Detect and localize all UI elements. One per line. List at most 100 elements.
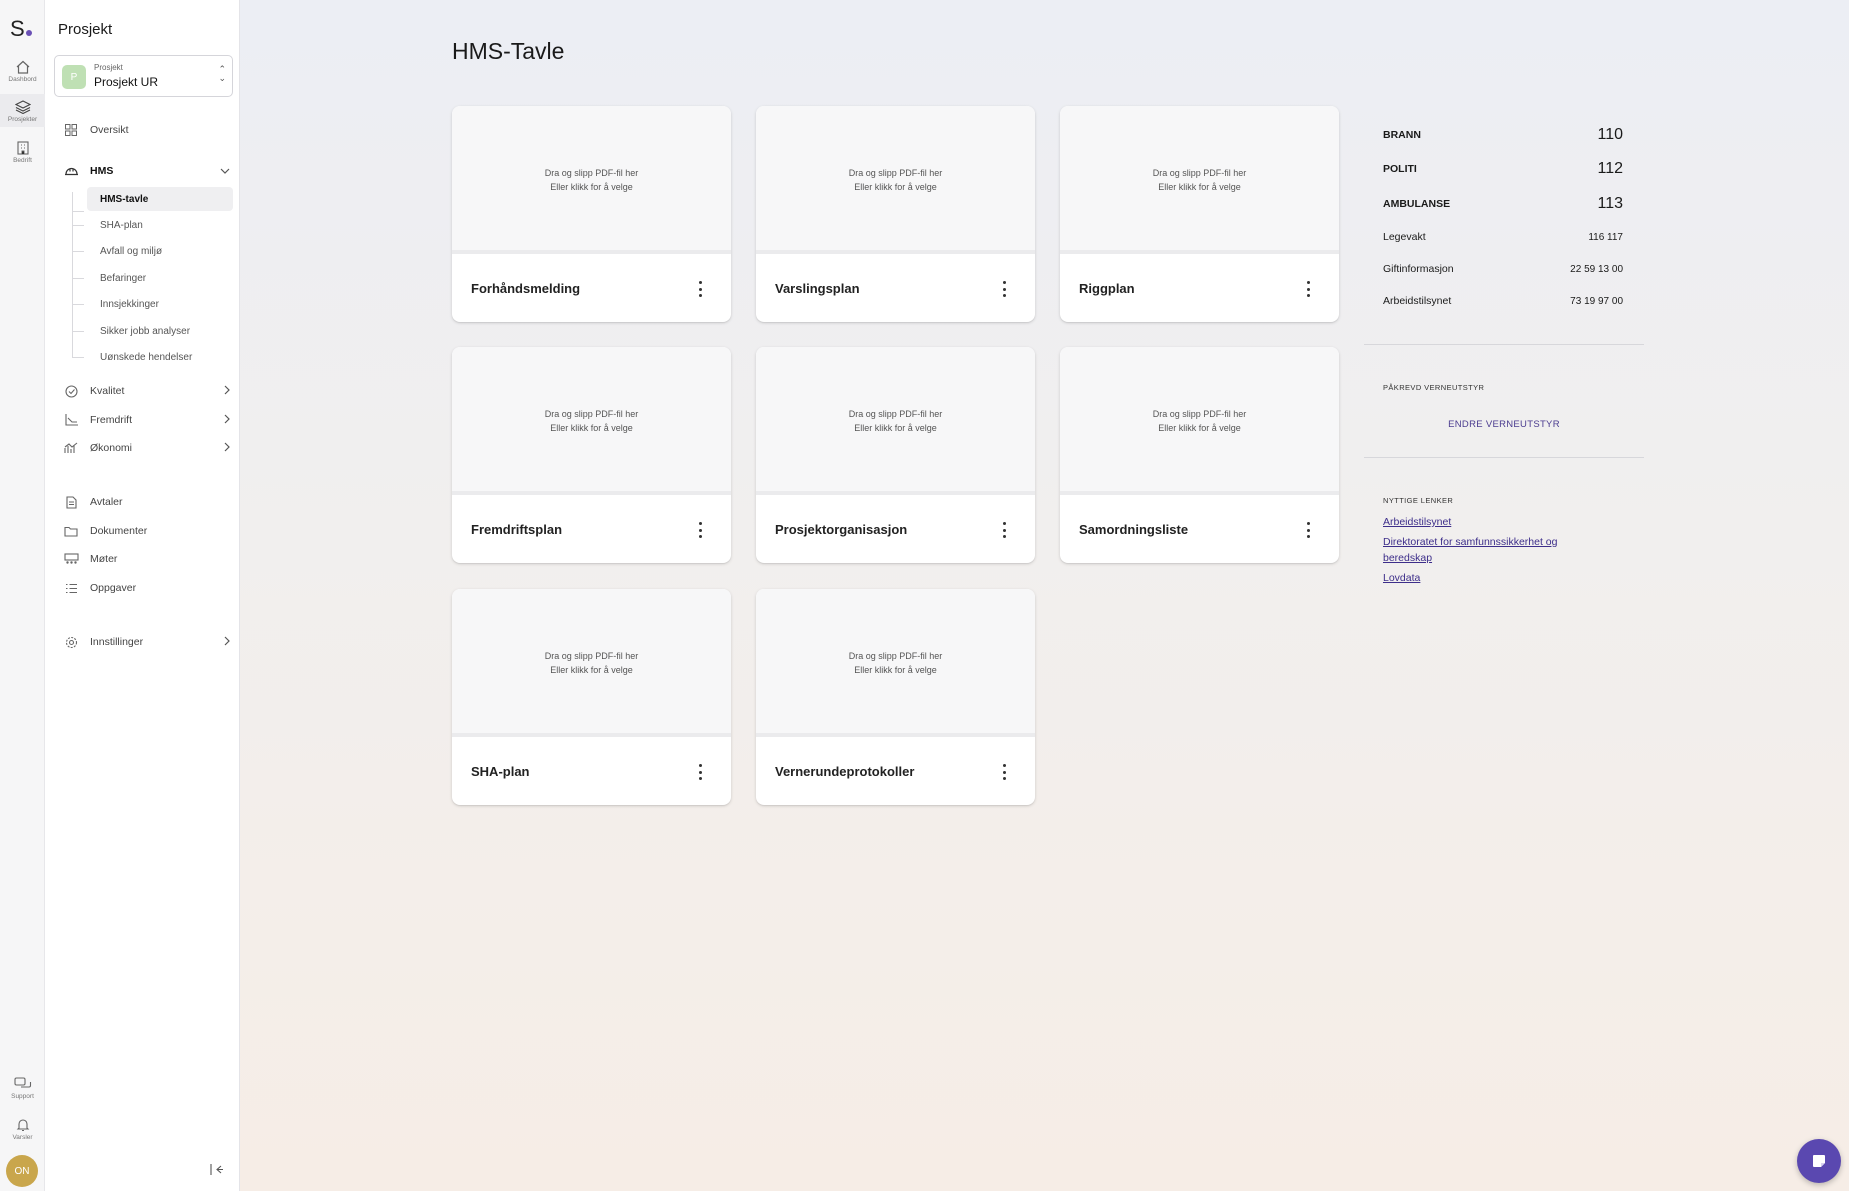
dropzone-line-2: Eller klikk for å velge — [1158, 423, 1241, 433]
sidebar-item-innstillinger[interactable]: Innstillinger — [54, 631, 234, 653]
gear-icon — [62, 636, 80, 649]
collapse-sidebar-icon[interactable] — [210, 1164, 223, 1178]
layers-icon — [14, 100, 31, 114]
sidebar-item-okonomi-label: Økonomi — [90, 442, 133, 454]
emergency-row-ambulanse: AMBULANSE 113 — [1383, 194, 1623, 214]
subtree-tick — [72, 304, 84, 305]
link-lovdata[interactable]: Lovdata — [1383, 570, 1603, 586]
check-circle-icon — [62, 384, 80, 398]
sidebar-item-kvalitet[interactable]: Kvalitet — [54, 380, 234, 402]
dropzone-line-1: Dra og slipp PDF-fil her — [1152, 168, 1247, 178]
document-card: Dra og slipp PDF-fil her Eller klikk for … — [756, 106, 1035, 322]
sidebar-item-moter[interactable]: Møter — [54, 548, 234, 570]
grid-icon — [62, 124, 80, 136]
emergency-row-giftinformasjon: Giftinformasjon 22 59 13 00 — [1383, 259, 1623, 279]
more-vertical-icon[interactable] — [1305, 281, 1311, 297]
link-dsb[interactable]: Direktoratet for samfunnssikkerhet og be… — [1383, 534, 1603, 566]
chevron-right-icon — [224, 442, 230, 455]
rail-company[interactable]: Bedrift — [0, 141, 45, 164]
project-select[interactable]: P Prosjekt Prosjekt UR ⌃ ⌄ — [54, 55, 233, 97]
pdf-dropzone[interactable]: Dra og slipp PDF-fil her Eller klikk for … — [756, 106, 1035, 254]
document-card: Dra og slipp PDF-fil her Eller klikk for … — [452, 347, 731, 563]
more-vertical-icon[interactable] — [1001, 281, 1007, 297]
sidebar-subitem-sja[interactable]: Sikker jobb analyser — [87, 319, 233, 343]
pdf-dropzone[interactable]: Dra og slipp PDF-fil her Eller klikk for … — [1060, 347, 1339, 495]
sidebar-item-hms-label: HMS — [90, 165, 114, 177]
emergency-number: 110 — [1597, 126, 1623, 143]
folder-icon — [62, 526, 80, 537]
more-vertical-icon[interactable] — [1001, 522, 1007, 538]
project-select-caption: Prosjekt — [94, 63, 123, 72]
dropzone-line-1: Dra og slipp PDF-fil her — [544, 409, 639, 419]
more-vertical-icon[interactable] — [1305, 522, 1311, 538]
bell-icon — [16, 1119, 29, 1132]
rail-projects[interactable]: Prosjekter — [0, 94, 45, 127]
document-card: Dra og slipp PDF-fil her Eller klikk for … — [756, 589, 1035, 805]
sidebar-subitem-innsjekkinger[interactable]: Innsjekkinger — [87, 292, 233, 316]
contract-icon — [62, 495, 80, 509]
pdf-dropzone[interactable]: Dra og slipp PDF-fil her Eller klikk for … — [452, 589, 731, 737]
chart-axis-icon — [62, 414, 80, 426]
sidebar-item-hms[interactable]: HMS — [54, 160, 234, 182]
rail-projects-label: Prosjekter — [7, 116, 38, 123]
emergency-row-politi: POLITI 112 — [1383, 159, 1623, 179]
sidebar-subitem-befaringer[interactable]: Befaringer — [87, 266, 233, 290]
sidebar-item-avtaler-label: Avtaler — [90, 496, 123, 508]
sidebar-item-fremdrift[interactable]: Fremdrift — [54, 409, 234, 431]
divider — [1364, 457, 1644, 458]
rail-notifications[interactable]: Varsler — [0, 1118, 45, 1141]
dropzone-line-1: Dra og slipp PDF-fil her — [848, 168, 943, 178]
sidebar-subitem-hms-tavle[interactable]: HMS-tavle — [87, 187, 233, 211]
more-vertical-icon[interactable] — [697, 281, 703, 297]
more-vertical-icon[interactable] — [697, 764, 703, 780]
emergency-number: 116 117 — [1588, 231, 1623, 243]
pdf-dropzone[interactable]: Dra og slipp PDF-fil her Eller klikk for … — [452, 106, 731, 254]
rail-dashboard[interactable]: Dashbord — [0, 60, 45, 83]
sidebar-item-kvalitet-label: Kvalitet — [90, 385, 125, 397]
pdf-dropzone[interactable]: Dra og slipp PDF-fil her Eller klikk for … — [756, 347, 1035, 495]
dropzone-line-2: Eller klikk for å velge — [550, 665, 633, 675]
sidebar-item-dokumenter[interactable]: Dokumenter — [54, 520, 234, 542]
sidebar-subitem-avfall[interactable]: Avfall og miljø — [87, 239, 233, 263]
pdf-dropzone[interactable]: Dra og slipp PDF-fil her Eller klikk for … — [452, 347, 731, 495]
document-card: Dra og slipp PDF-fil her Eller klikk for … — [452, 106, 731, 322]
sidebar-item-overview[interactable]: Oversikt — [54, 119, 234, 141]
task-list-icon — [62, 583, 80, 594]
emergency-row-arbeidstilsynet: Arbeidstilsynet 73 19 97 00 — [1383, 291, 1623, 311]
card-title: Samordningsliste — [1079, 522, 1189, 537]
chat-icon — [1813, 1155, 1825, 1167]
emergency-row-legevakt: Legevakt 116 117 — [1383, 227, 1623, 247]
subtree-tick — [72, 278, 84, 279]
finance-chart-icon — [62, 442, 80, 454]
subtree-tick — [72, 251, 84, 252]
pdf-dropzone[interactable]: Dra og slipp PDF-fil her Eller klikk for … — [1060, 106, 1339, 254]
chat-bubbles-icon — [13, 1077, 31, 1088]
chevron-right-icon — [224, 414, 230, 427]
link-arbeidstilsynet[interactable]: Arbeidstilsynet — [1383, 514, 1603, 530]
subtree-tick — [72, 331, 84, 332]
sidebar-subitem-uonskede[interactable]: Uønskede hendelser — [87, 345, 233, 369]
pdf-dropzone[interactable]: Dra og slipp PDF-fil her Eller klikk for … — [756, 589, 1035, 737]
change-equipment-button[interactable]: ENDRE VERNEUTSTYR — [1364, 419, 1644, 430]
dropzone-line-2: Eller klikk for å velge — [854, 665, 937, 675]
sidebar-item-moter-label: Møter — [90, 553, 118, 565]
emergency-row-brann: BRANN 110 — [1383, 125, 1623, 145]
card-title: Riggplan — [1079, 281, 1135, 296]
emergency-label: POLITI — [1383, 163, 1417, 175]
dropzone-line-1: Dra og slipp PDF-fil her — [1152, 409, 1247, 419]
user-avatar[interactable]: ON — [6, 1155, 38, 1187]
rail-company-label: Bedrift — [13, 157, 32, 164]
chat-launcher-button[interactable] — [1797, 1139, 1841, 1183]
more-vertical-icon[interactable] — [1001, 764, 1007, 780]
sidebar-item-innstillinger-label: Innstillinger — [90, 636, 144, 648]
icon-rail: S Dashbord Prosjekter Bedrift Support Va… — [0, 0, 45, 1191]
emergency-number: 22 59 13 00 — [1570, 263, 1623, 275]
app-logo[interactable]: S — [10, 16, 32, 42]
emergency-label: AMBULANSE — [1383, 198, 1451, 210]
more-vertical-icon[interactable] — [697, 522, 703, 538]
sidebar-item-avtaler[interactable]: Avtaler — [54, 491, 234, 513]
sidebar-item-okonomi[interactable]: Økonomi — [54, 437, 234, 459]
rail-support[interactable]: Support — [0, 1077, 45, 1100]
sidebar-subitem-sha-plan[interactable]: SHA-plan — [87, 213, 233, 237]
sidebar-item-oppgaver[interactable]: Oppgaver — [54, 577, 234, 599]
